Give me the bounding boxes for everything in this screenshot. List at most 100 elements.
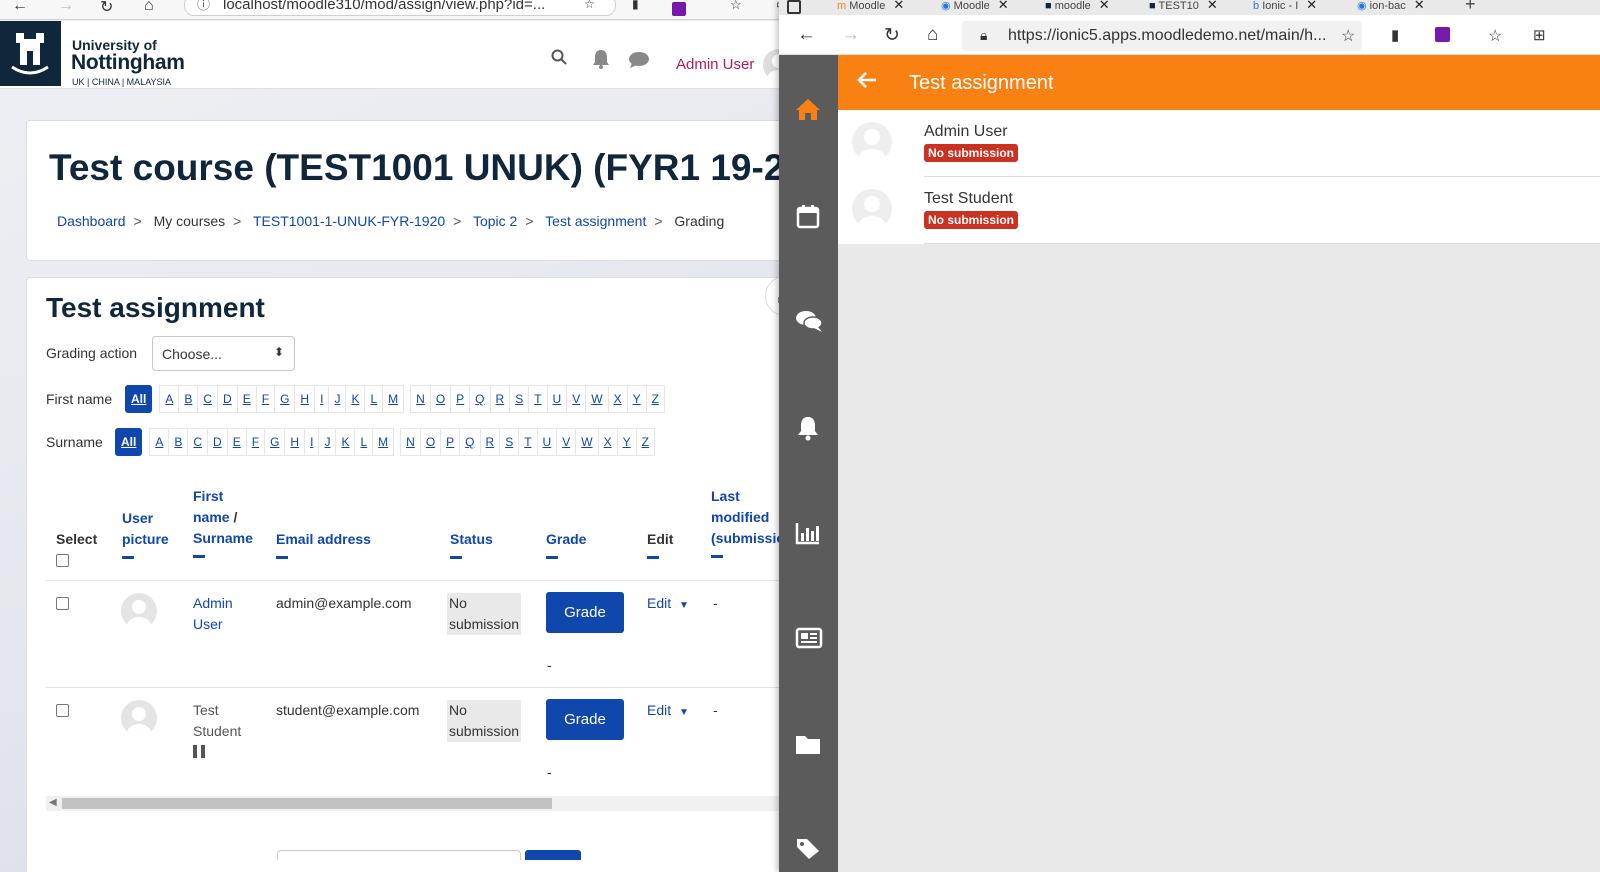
first-name-letter-r[interactable]: R (489, 385, 511, 413)
surname-letter-p[interactable]: P (440, 428, 461, 456)
first-name-letter-k[interactable]: K (345, 385, 366, 413)
first-name-letter-b[interactable]: B (178, 385, 199, 413)
news-icon[interactable] (795, 627, 823, 654)
col-email[interactable]: Email address (276, 529, 371, 559)
scroll-left-icon[interactable]: ◀ (49, 797, 57, 808)
grade-button[interactable]: Grade (546, 592, 624, 633)
caret-down-icon[interactable]: ▼ (679, 707, 689, 718)
first-name-letter-a[interactable]: A (159, 385, 180, 413)
list-item[interactable]: Test Student No submission (838, 177, 1600, 244)
university-crest-logo[interactable] (0, 21, 61, 86)
surname-letter-x[interactable]: X (597, 428, 618, 456)
add-favorite-icon[interactable]: ☆ (584, 0, 595, 11)
surname-letter-h[interactable]: H (284, 428, 306, 456)
collapse-icon[interactable] (122, 556, 134, 559)
surname-letter-o[interactable]: O (419, 428, 442, 456)
user-last-name[interactable]: Student (193, 723, 241, 739)
address-bar[interactable]: 🔒︎ https://ionic5.apps.moodledemo.net/ma… (962, 21, 1362, 51)
first-name-letter-h[interactable]: H (294, 385, 316, 413)
surname-letter-q[interactable]: Q (459, 428, 481, 456)
surname-letter-n[interactable]: N (400, 428, 421, 456)
surname-letter-b[interactable]: B (168, 428, 189, 456)
first-name-letter-y[interactable]: Y (626, 385, 647, 413)
col-grade[interactable]: Grade (546, 529, 586, 559)
back-icon[interactable]: ← (797, 24, 816, 46)
refresh-icon[interactable]: ↻ (100, 0, 113, 17)
surname-letter-u[interactable]: U (536, 428, 558, 456)
browser-tab[interactable]: m Moodle ✕ (837, 0, 904, 13)
grade-button[interactable]: Grade (546, 699, 624, 740)
collapse-icon[interactable] (193, 555, 205, 558)
bottom-select-partial[interactable] (277, 850, 521, 860)
surname-letter-i[interactable]: I (304, 428, 320, 456)
col-name[interactable]: First name / Surname (193, 486, 253, 558)
surname-letter-v[interactable]: V (556, 428, 577, 456)
first-name-letter-c[interactable]: C (197, 385, 219, 413)
browser-tab[interactable]: ◉ ion-bac ✕ (1357, 0, 1425, 13)
user-first-name[interactable]: Test (193, 702, 219, 718)
col-last-mod-label-2[interactable]: modified (711, 509, 769, 525)
close-tab-icon[interactable]: ✕ (893, 0, 904, 12)
col-status-label[interactable]: Status (450, 531, 493, 547)
close-tab-icon[interactable]: ✕ (1207, 0, 1218, 12)
tab-actions-icon[interactable] (787, 0, 801, 14)
forward-icon[interactable]: → (841, 24, 860, 46)
grading-action-select[interactable]: Choose... ⬍ (152, 336, 295, 371)
extension-icon[interactable]: ▮ (632, 0, 639, 11)
first-name-letter-o[interactable]: O (429, 385, 452, 413)
files-folder-icon[interactable] (795, 733, 821, 760)
surname-letter-a[interactable]: A (149, 428, 170, 456)
surname-letter-m[interactable]: M (372, 428, 395, 456)
list-item[interactable]: Admin User No submission (838, 110, 1600, 177)
first-name-letter-x[interactable]: X (607, 385, 628, 413)
breadcrumb-topic[interactable]: Topic 2 (473, 213, 517, 229)
close-tab-icon[interactable]: ✕ (1099, 0, 1110, 12)
first-name-letter-p[interactable]: P (450, 385, 471, 413)
surname-letter-r[interactable]: R (479, 428, 501, 456)
row-checkbox[interactable] (56, 704, 69, 717)
calendar-icon[interactable] (795, 203, 821, 234)
first-name-letter-n[interactable]: N (410, 385, 431, 413)
home-icon[interactable]: ⌂ (144, 0, 154, 15)
surname-letter-l[interactable]: L (354, 428, 374, 456)
breadcrumb-assignment[interactable]: Test assignment (545, 213, 646, 229)
user-avatar[interactable] (121, 700, 157, 736)
user-avatar[interactable] (121, 593, 157, 629)
add-favorite-icon[interactable]: ☆ (1341, 26, 1355, 46)
user-menu-name[interactable]: Admin User (676, 56, 754, 73)
first-name-all[interactable]: All (125, 385, 153, 413)
first-name-letter-e[interactable]: E (236, 385, 257, 413)
favorites-icon[interactable]: ☆ (1488, 26, 1502, 46)
new-tab-icon[interactable]: + (1465, 0, 1476, 14)
surname-all[interactable]: All (115, 428, 143, 456)
close-tab-icon[interactable]: ✕ (998, 0, 1009, 12)
breadcrumb-course[interactable]: TEST1001-1-UNUK-FYR-1920 (253, 213, 445, 229)
address-bar[interactable]: ⓘ localhost/moodle310/mod/assign/view.ph… (184, 0, 616, 16)
collections-icon[interactable]: ⊞ (1533, 26, 1546, 44)
surname-letter-j[interactable]: J (318, 428, 337, 456)
scrollbar-thumb[interactable] (62, 798, 552, 809)
refresh-icon[interactable]: ↻ (884, 24, 900, 47)
col-first-label-1[interactable]: First (193, 488, 223, 504)
collapse-icon[interactable] (546, 556, 558, 559)
browser-tab[interactable]: ■ TEST10 ✕ (1149, 0, 1218, 13)
first-name-letter-q[interactable]: Q (469, 385, 491, 413)
user-fullname[interactable]: Test Student (193, 700, 241, 764)
first-name-letter-v[interactable]: V (566, 385, 587, 413)
row-checkbox[interactable] (56, 597, 69, 610)
first-name-letter-g[interactable]: G (274, 385, 296, 413)
notifications-bell-icon[interactable] (795, 415, 821, 446)
home-icon[interactable] (795, 97, 821, 126)
first-name-letter-f[interactable]: F (255, 385, 276, 413)
close-tab-icon[interactable]: ✕ (1306, 0, 1317, 12)
tags-icon[interactable] (795, 837, 823, 864)
col-last-mod-label-1[interactable]: Last (711, 488, 740, 504)
notification-bell-icon[interactable] (592, 49, 610, 74)
caret-down-icon[interactable]: ▼ (679, 600, 689, 611)
edit-menu[interactable]: Edit ▼ (647, 700, 689, 723)
col-surname-label[interactable]: Surname (193, 530, 253, 546)
col-status[interactable]: Status (450, 529, 493, 559)
table-horizontal-scrollbar[interactable]: ◀ (46, 796, 795, 811)
collapse-icon[interactable] (276, 556, 288, 559)
surname-letter-f[interactable]: F (245, 428, 266, 456)
